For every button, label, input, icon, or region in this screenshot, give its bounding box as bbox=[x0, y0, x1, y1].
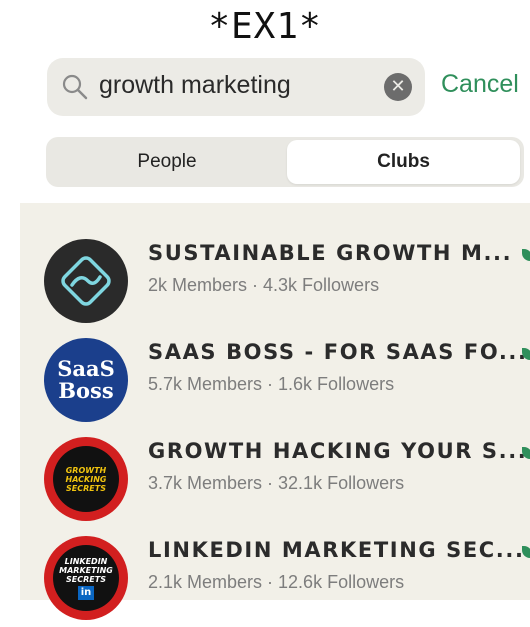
list-item[interactable]: SUSTAINABLE GROWTH M... 2k Members · 4.3… bbox=[20, 229, 530, 323]
club-name: SAAS BOSS - FOR SAAS FO... bbox=[148, 340, 528, 364]
club-results-list: SUSTAINABLE GROWTH M... 2k Members · 4.3… bbox=[20, 203, 530, 620]
search-query-text: growth marketing bbox=[99, 71, 291, 99]
club-stats: 2.1k Members · 12.6k Followers bbox=[148, 572, 405, 592]
tab-people[interactable]: People bbox=[50, 140, 284, 184]
clear-search-icon[interactable]: ✕ bbox=[384, 73, 412, 101]
club-name: GROWTH HACKING YOUR S... bbox=[148, 439, 528, 463]
example-label: *EX1* bbox=[208, 6, 322, 47]
results-type-tabs: People Clubs bbox=[46, 137, 524, 187]
club-stats: 5.7k Members · 1.6k Followers bbox=[148, 374, 395, 394]
linkedin-marketing-logo-icon: LINKEDIN MARKETING SECRETS in bbox=[44, 536, 128, 620]
leaf-icon bbox=[522, 249, 530, 261]
cancel-button[interactable]: Cancel bbox=[441, 70, 519, 99]
list-item[interactable]: LINKEDIN MARKETING SECRETS in LINKEDIN M… bbox=[20, 526, 530, 620]
list-item[interactable]: SaaS Boss SAAS BOSS - FOR SAAS FO... 5.7… bbox=[20, 328, 530, 422]
search-input[interactable]: growth marketing ✕ bbox=[47, 58, 425, 116]
club-name: SUSTAINABLE GROWTH M... bbox=[148, 241, 513, 265]
search-bar-row: growth marketing ✕ Cancel bbox=[0, 58, 530, 118]
growth-hacking-logo-icon: GROWTH HACKING SECRETS bbox=[44, 437, 128, 521]
search-icon bbox=[62, 74, 88, 100]
wave-logo-icon bbox=[44, 239, 128, 323]
club-stats: 2k Members · 4.3k Followers bbox=[148, 275, 380, 295]
club-stats: 3.7k Members · 32.1k Followers bbox=[148, 473, 405, 493]
club-name: LINKEDIN MARKETING SEC... bbox=[148, 538, 525, 562]
list-item[interactable]: GROWTH HACKING SECRETS GROWTH HACKING YO… bbox=[20, 427, 530, 521]
saas-boss-logo-icon: SaaS Boss bbox=[44, 338, 128, 422]
tab-clubs[interactable]: Clubs bbox=[287, 140, 520, 184]
